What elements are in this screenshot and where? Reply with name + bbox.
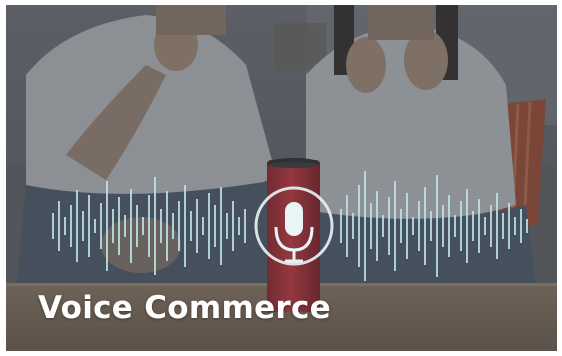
hero-card[interactable]: Voice Commerce xyxy=(6,5,557,351)
hero-title: Voice Commerce xyxy=(38,290,331,326)
